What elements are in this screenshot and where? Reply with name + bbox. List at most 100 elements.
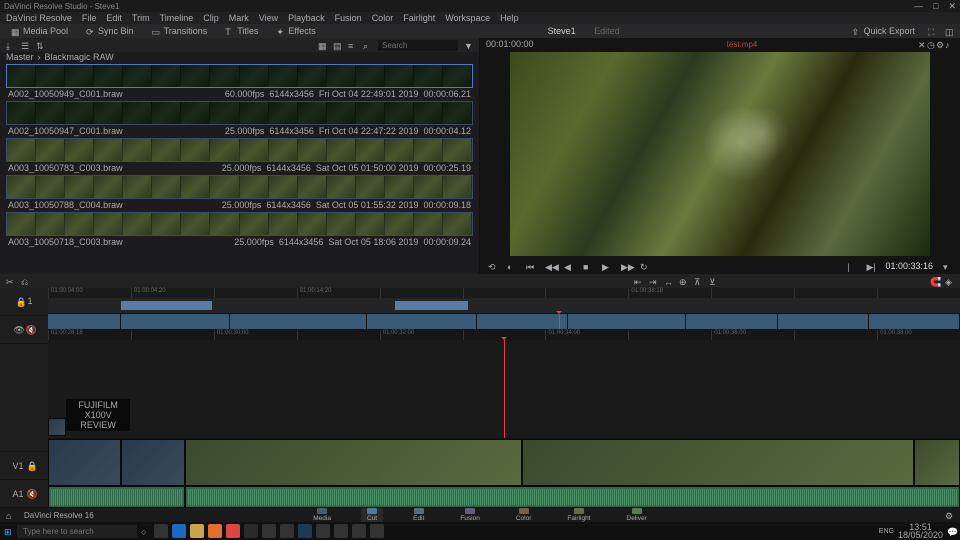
audio-icon[interactable]: ♪ — [945, 40, 954, 49]
firefox-icon[interactable] — [208, 524, 222, 538]
menu-fusion[interactable]: Fusion — [335, 13, 362, 23]
play-reverse-icon[interactable]: ◀ — [564, 262, 573, 271]
home-icon[interactable]: ⌂ — [6, 511, 15, 520]
chevron-down-icon[interactable]: ▾ — [943, 262, 952, 271]
tray-clock[interactable]: 13:5118/05/2020 — [898, 523, 943, 539]
place-on-top-icon[interactable]: ⊼ — [694, 277, 703, 286]
maximize-button[interactable]: □ — [933, 1, 938, 12]
crumb-bin[interactable]: Blackmagic RAW — [45, 52, 114, 62]
menu-fairlight[interactable]: Fairlight — [403, 13, 435, 23]
video-clip-v2[interactable] — [48, 418, 66, 436]
import-icon[interactable]: ⤓ — [6, 41, 15, 50]
menu-clip[interactable]: Clip — [203, 13, 219, 23]
menu-edit[interactable]: Edit — [106, 13, 122, 23]
tools-icon[interactable]: ⚙ — [936, 40, 945, 49]
marker-icon[interactable]: ◈ — [945, 277, 954, 286]
page-fairlight[interactable]: Fairlight — [561, 507, 596, 523]
page-edit[interactable]: Edit — [407, 507, 430, 523]
quick-export-button[interactable]: ⇪Quick Export — [846, 25, 920, 37]
append-icon[interactable]: ⇥ — [649, 277, 658, 286]
strip-view-icon[interactable]: ▤ — [333, 41, 342, 50]
close-icon[interactable]: ✕ — [918, 40, 927, 49]
transitions-button[interactable]: ▭Transitions — [147, 25, 213, 37]
sort-icon[interactable]: ⇅ — [36, 41, 45, 50]
retime-icon[interactable]: ◷ — [927, 40, 936, 49]
page-color[interactable]: Color — [510, 507, 538, 523]
lock-icon[interactable]: 🔒 — [27, 461, 36, 470]
titles-button[interactable]: TTitles — [220, 25, 263, 37]
task-view-icon[interactable] — [154, 524, 168, 538]
mute-icon[interactable]: 🔇 — [27, 489, 36, 498]
mini-timeline-ruler[interactable]: 01:00:04:0001:00:04:2001:00:14:2001:00:3… — [48, 288, 960, 298]
audio-clip[interactable] — [185, 486, 960, 508]
timeline-audio-track[interactable] — [48, 486, 960, 508]
video-clip[interactable] — [914, 439, 960, 486]
list-toggle-icon[interactable]: ☰ — [21, 41, 30, 50]
closeup-icon[interactable]: ⊕ — [679, 277, 688, 286]
filter-icon[interactable]: ▼ — [464, 41, 473, 50]
mini-track-overview[interactable] — [48, 298, 960, 314]
first-frame-icon[interactable]: ⏮ — [526, 262, 535, 271]
media-clip[interactable]: A003_10050783_C003.braw25.000fps 6144x34… — [6, 138, 473, 174]
close-button[interactable]: ✕ — [948, 1, 956, 12]
snap-icon[interactable]: 🧲 — [930, 277, 939, 286]
audio-clip[interactable] — [48, 486, 185, 508]
mini-track-video[interactable] — [48, 314, 960, 330]
thumb-view-icon[interactable]: ▦ — [318, 41, 327, 50]
media-clip[interactable]: A002_10050947_C001.braw25.000fps 6144x34… — [6, 101, 473, 137]
jog-icon[interactable]: ◐ — [507, 262, 516, 271]
steam-icon[interactable] — [298, 524, 312, 538]
page-deliver[interactable]: Deliver — [621, 507, 653, 523]
mute-icon[interactable]: 🔇 — [26, 325, 35, 334]
menu-davinci[interactable]: DaVinci Resolve — [6, 13, 72, 23]
page-media[interactable]: Media — [307, 507, 337, 523]
prev-icon[interactable]: ◀◀ — [545, 262, 554, 271]
app-icon[interactable] — [262, 524, 276, 538]
effects-button[interactable]: ✦Effects — [271, 25, 320, 37]
next-icon[interactable]: ▶▶ — [621, 262, 630, 271]
menu-trim[interactable]: Trim — [132, 13, 150, 23]
app-icon[interactable] — [370, 524, 384, 538]
title-clip[interactable]: FUJIFILM X100V REVIEW — [66, 399, 130, 431]
playhead[interactable] — [504, 340, 505, 438]
media-clip[interactable]: A003_10050788_C004.braw25.000fps 6144x34… — [6, 175, 473, 211]
video-clip[interactable] — [522, 439, 914, 486]
app-icon[interactable] — [316, 524, 330, 538]
fast-review-icon[interactable]: ⟲ — [488, 262, 497, 271]
smart-insert-icon[interactable]: ⇤ — [634, 277, 643, 286]
menu-file[interactable]: File — [82, 13, 97, 23]
app-icon[interactable] — [280, 524, 294, 538]
go-end-icon[interactable]: ▶| — [866, 262, 875, 271]
menu-timeline[interactable]: Timeline — [160, 13, 194, 23]
menu-help[interactable]: Help — [500, 13, 519, 23]
media-pool-button[interactable]: ▦Media Pool — [6, 25, 73, 37]
notifications-icon[interactable]: 💬 — [947, 527, 956, 536]
menu-playback[interactable]: Playback — [288, 13, 325, 23]
start-button[interactable]: ⊞ — [4, 527, 13, 536]
ripple-icon[interactable]: ↔ — [664, 277, 673, 286]
menu-workspace[interactable]: Workspace — [445, 13, 490, 23]
project-settings-icon[interactable]: ⚙ — [945, 511, 954, 520]
edge-icon[interactable] — [172, 524, 186, 538]
timeline-upper-track[interactable]: FUJIFILM X100V REVIEW — [48, 340, 960, 438]
cortana-icon[interactable]: ○ — [141, 527, 150, 536]
media-clip[interactable]: A003_10050718_C003.braw25.000fps 6144x34… — [6, 212, 473, 248]
list-view-icon[interactable]: ≡ — [348, 41, 357, 50]
video-clip[interactable] — [48, 439, 121, 486]
resolve-icon[interactable] — [244, 524, 258, 538]
boring-detector-icon[interactable]: ✂ — [6, 277, 15, 286]
menu-color[interactable]: Color — [372, 13, 394, 23]
play-icon[interactable]: ▶ — [602, 262, 611, 271]
page-cut[interactable]: Cut — [361, 507, 383, 523]
sync-bin-button[interactable]: ⟳Sync Bin — [81, 25, 139, 37]
split-icon[interactable]: ⎌ — [21, 277, 30, 286]
explorer-icon[interactable] — [190, 524, 204, 538]
taskbar-search[interactable] — [17, 525, 137, 538]
media-clip[interactable]: A002_10050949_C001.braw60.000fps 6144x34… — [6, 64, 473, 100]
source-overwrite-icon[interactable]: ⊻ — [709, 277, 718, 286]
inspector-icon[interactable]: ◫ — [945, 27, 954, 36]
tray-lang[interactable]: ENG — [879, 528, 894, 535]
video-clip[interactable] — [185, 439, 522, 486]
lock-icon[interactable]: 🔒 — [15, 297, 24, 306]
mini-playhead[interactable] — [559, 314, 560, 329]
